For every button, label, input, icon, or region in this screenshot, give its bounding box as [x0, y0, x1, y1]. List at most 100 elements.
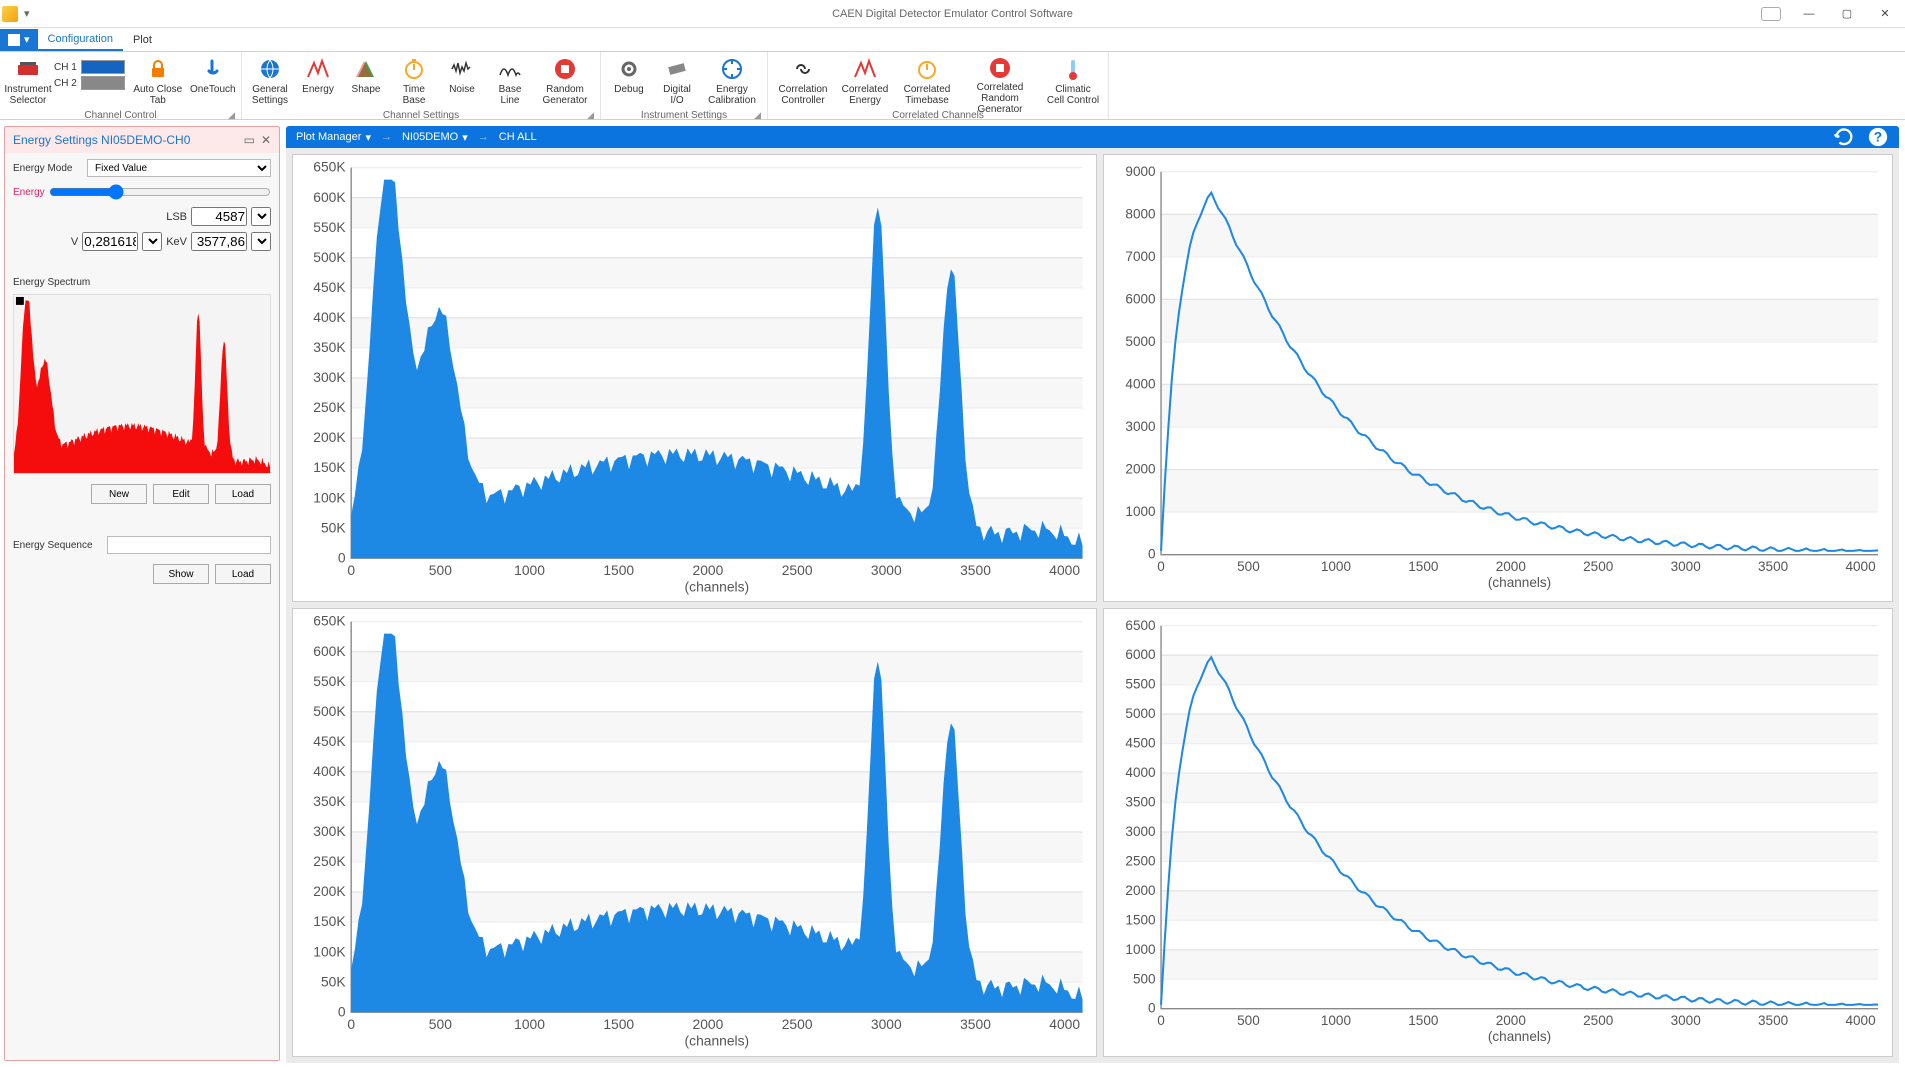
maximize-button[interactable]: ▢ [1829, 4, 1865, 24]
spectrum-load-button[interactable]: Load [215, 484, 271, 504]
svg-text:0: 0 [1158, 1013, 1166, 1028]
svg-text:450K: 450K [313, 733, 346, 749]
channel-1-row[interactable]: CH 1 [54, 60, 125, 74]
device-crumb[interactable]: NI05DEMO ▾ [402, 131, 468, 144]
plot-bottom-left[interactable]: 050K100K150K200K250K300K350K400K450K500K… [292, 608, 1097, 1056]
svg-text:(channels): (channels) [685, 578, 750, 594]
launcher-icon[interactable]: ◢ [587, 110, 594, 121]
svg-text:500K: 500K [313, 703, 346, 719]
svg-text:0: 0 [338, 549, 346, 565]
connector-icon [664, 56, 690, 82]
svg-text:450K: 450K [313, 279, 346, 295]
kev-input[interactable] [191, 232, 247, 251]
instrument-selector-button[interactable]: Instrument Selector [6, 54, 50, 110]
refresh-icon[interactable] [1833, 126, 1855, 148]
correlation-controller-button[interactable]: Correlation Controller [774, 54, 832, 110]
sequence-load-button[interactable]: Load [215, 564, 271, 584]
spectrum-new-button[interactable]: New [91, 484, 147, 504]
correlated-timebase-button[interactable]: Correlated Timebase [898, 54, 956, 110]
energy-calibration-button[interactable]: Energy Calibration [703, 54, 761, 110]
svg-text:550K: 550K [313, 673, 346, 689]
plot-area: Plot Manager ▾ → NI05DEMO ▾ → CH ALL ? 0… [284, 120, 1905, 1067]
v-input[interactable] [82, 232, 138, 251]
onetouch-button[interactable]: OneTouch [191, 54, 235, 110]
group-label-channel-settings: Channel Settings ◢ [248, 110, 594, 123]
timebase-button[interactable]: Time Base [392, 54, 436, 110]
stopwatch-icon [401, 56, 427, 82]
svg-text:5000: 5000 [1126, 706, 1157, 721]
close-button[interactable]: ✕ [1867, 4, 1903, 24]
svg-text:1500: 1500 [1409, 559, 1440, 574]
svg-text:2000: 2000 [1126, 462, 1157, 477]
sequence-show-button[interactable]: Show [153, 564, 209, 584]
channel-2-row[interactable]: CH 2 [54, 76, 125, 90]
plot-manager-crumb[interactable]: Plot Manager ▾ [296, 131, 371, 144]
svg-text:(channels): (channels) [685, 1033, 750, 1049]
svg-text:4000: 4000 [1846, 559, 1877, 574]
channel-crumb[interactable]: CH ALL [499, 131, 537, 143]
svg-text:5500: 5500 [1126, 677, 1157, 692]
svg-text:0: 0 [338, 1004, 346, 1020]
svg-text:6500: 6500 [1126, 618, 1157, 633]
svg-text:200K: 200K [313, 429, 346, 445]
auto-close-tab-button[interactable]: Auto Close Tab [129, 54, 187, 110]
plot-top-right[interactable]: 0100020003000400050006000700080009000050… [1103, 154, 1893, 602]
energy-spectrum-mini-chart [13, 294, 271, 474]
qat-dropdown-icon[interactable]: ▾ [24, 7, 30, 20]
energy-mode-select[interactable]: Fixed Value [87, 159, 271, 177]
baseline-button[interactable]: Base Line [488, 54, 532, 110]
svg-text:2500: 2500 [1126, 854, 1157, 869]
svg-text:500: 500 [1238, 559, 1261, 574]
svg-text:600K: 600K [313, 643, 346, 659]
climatic-cell-control-button[interactable]: Climatic Cell Control [1044, 54, 1102, 110]
energy-sequence-input[interactable] [107, 536, 271, 554]
stop-icon [987, 56, 1013, 80]
v-label: V [71, 236, 78, 248]
stopwatch-icon [914, 56, 940, 82]
correlated-energy-button[interactable]: Correlated Energy [836, 54, 894, 110]
plot-top-left[interactable]: 050K100K150K200K250K300K350K400K450K500K… [292, 154, 1097, 602]
svg-text:2500: 2500 [782, 562, 813, 578]
digital-io-button[interactable]: Digital I/O [655, 54, 699, 110]
group-label-correlated-channels: Correlated Channels [774, 110, 1102, 123]
svg-text:1500: 1500 [1409, 1013, 1440, 1028]
spectrum-edit-button[interactable]: Edit [153, 484, 209, 504]
tab-plot[interactable]: Plot [123, 30, 162, 50]
minimize-button[interactable]: — [1791, 4, 1827, 24]
svg-text:1000: 1000 [1126, 504, 1157, 519]
kev-label: KeV [166, 236, 187, 248]
print-icon[interactable] [1761, 7, 1781, 21]
svg-text:1000: 1000 [1126, 942, 1157, 957]
svg-text:3000: 3000 [871, 562, 902, 578]
plot-bottom-right[interactable]: 0500100015002000250030003500400045005000… [1103, 608, 1893, 1056]
debug-button[interactable]: Debug [607, 54, 651, 110]
ribbon: Instrument Selector CH 1 CH 2 Auto Close… [0, 52, 1905, 120]
panel-close-icon[interactable]: ✕ [261, 133, 271, 147]
energy-button[interactable]: Energy [296, 54, 340, 110]
svg-text:2500: 2500 [782, 1016, 813, 1032]
ch2-swatch [81, 76, 125, 90]
random-generator-button[interactable]: Random Generator [536, 54, 594, 110]
v-unit-select[interactable] [142, 232, 162, 251]
svg-text:50K: 50K [321, 974, 346, 990]
general-settings-button[interactable]: General Settings [248, 54, 292, 110]
help-icon[interactable]: ? [1867, 126, 1889, 148]
shape-button[interactable]: Shape [344, 54, 388, 110]
lsb-unit-select[interactable] [251, 207, 271, 226]
file-tab[interactable]: ▾ [0, 29, 38, 51]
launcher-icon[interactable]: ◢ [228, 110, 235, 121]
svg-text:3500: 3500 [1758, 1013, 1789, 1028]
correlated-random-generator-button[interactable]: Correlated Random Generator [960, 54, 1040, 110]
energy-slider[interactable] [49, 183, 271, 201]
link-icon [790, 56, 816, 82]
noise-button[interactable]: Noise [440, 54, 484, 110]
launcher-icon[interactable]: ◢ [754, 110, 761, 121]
lsb-input[interactable] [191, 207, 247, 226]
energy-spectrum-label: Energy Spectrum [13, 277, 271, 288]
svg-text:(channels): (channels) [1488, 575, 1551, 590]
svg-text:2000: 2000 [1496, 1013, 1527, 1028]
svg-text:9000: 9000 [1126, 164, 1157, 179]
panel-pin-icon[interactable]: ▭ [244, 133, 255, 147]
tab-configuration[interactable]: Configuration [38, 29, 123, 51]
kev-unit-select[interactable] [251, 232, 271, 251]
